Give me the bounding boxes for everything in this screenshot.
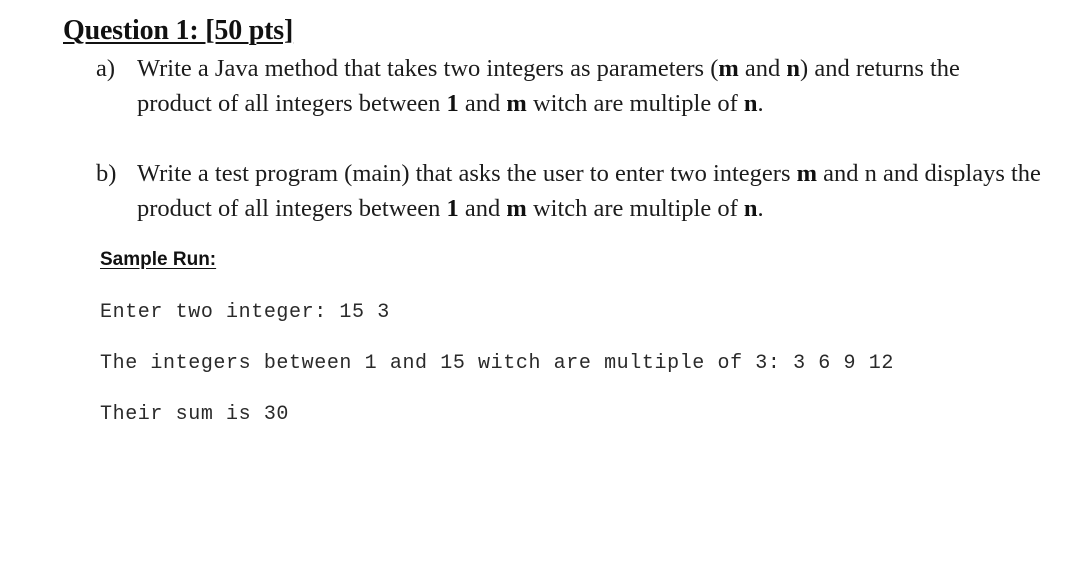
text-segment: product of all integers between	[137, 90, 447, 117]
text-segment: and n and displays the	[817, 160, 1041, 187]
bold-variable-m: m	[506, 90, 527, 117]
bold-variable-n: n	[743, 90, 758, 117]
text-segment: product of all integers between	[137, 195, 447, 222]
text-segment: witch are multiple of	[526, 90, 744, 117]
bold-variable-n: n	[786, 55, 801, 82]
text-segment: Write a Java method that takes two integ…	[137, 55, 719, 82]
sample-run-heading: Sample Run:	[100, 249, 217, 270]
text-segment: and	[738, 55, 787, 82]
text-segment: and	[458, 90, 507, 117]
part-b-line-1: Write a test program (main) that asks th…	[137, 156, 1080, 191]
bold-variable-n: n	[743, 195, 758, 222]
text-segment: Write a test program (main) that asks th…	[137, 160, 797, 187]
text-segment: witch are multiple of	[526, 195, 744, 222]
text-segment: .	[757, 195, 764, 222]
sample-run-console-line: The integers between 1 and 15 witch are …	[100, 352, 894, 375]
part-a-line-2: product of all integers between 1 and m …	[137, 86, 1080, 121]
part-a-label: a)	[96, 55, 116, 82]
sample-run-console-line: Their sum is 30	[100, 403, 290, 426]
bold-variable-m: m	[718, 55, 739, 82]
bold-number-1: 1	[446, 90, 459, 117]
text-segment: ) and returns the	[800, 55, 960, 82]
bold-number-1: 1	[446, 195, 459, 222]
part-b-text: Write a test program (main) that asks th…	[137, 156, 1080, 226]
part-a-line-1: Write a Java method that takes two integ…	[137, 51, 1080, 86]
bold-variable-m: m	[506, 195, 527, 222]
part-b-label: b)	[96, 160, 117, 187]
text-segment: and	[458, 195, 507, 222]
part-a-text: Write a Java method that takes two integ…	[137, 51, 1080, 121]
text-segment: .	[757, 90, 764, 117]
question-title: Question 1: [50 pts]	[63, 15, 294, 46]
bold-variable-m: m	[796, 160, 818, 187]
part-b-line-2: product of all integers between 1 and m …	[137, 191, 1080, 226]
sample-run-console-line: Enter two integer: 15 3	[100, 301, 390, 324]
